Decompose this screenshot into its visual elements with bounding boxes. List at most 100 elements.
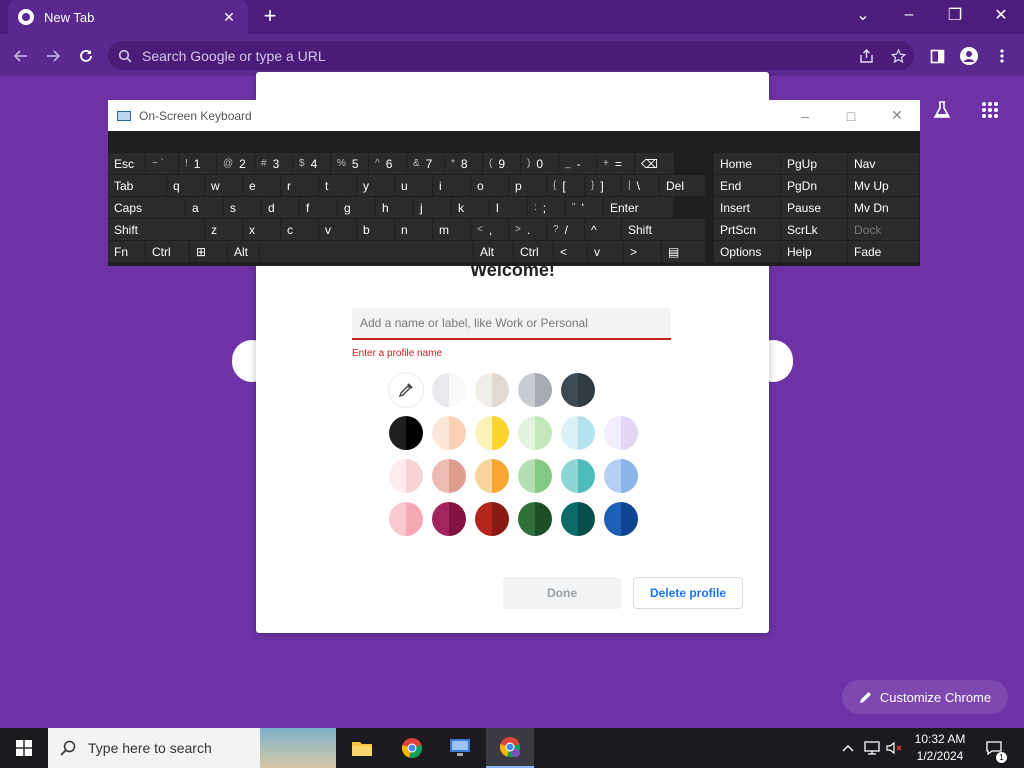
osk-key[interactable]: s <box>224 197 261 218</box>
osk-key[interactable]: Help <box>781 241 847 262</box>
osk-key[interactable]: v <box>588 241 623 262</box>
osk-key[interactable]: % 5 <box>331 153 368 174</box>
color-swatch[interactable] <box>475 416 509 450</box>
osk-key[interactable]: m <box>433 219 470 240</box>
restore-button[interactable]: ❐ <box>932 0 978 30</box>
osk-key[interactable]: ⊞ <box>190 241 227 262</box>
profile-name-input[interactable] <box>352 308 671 340</box>
osk-key[interactable]: d <box>262 197 299 218</box>
tab-new-tab[interactable]: New Tab ✕ <box>8 0 248 34</box>
osk-key[interactable]: @2 <box>217 153 254 174</box>
osk-key[interactable]: >. <box>509 219 546 240</box>
osk-titlebar[interactable]: On-Screen Keyboard – □ ✕ <box>108 100 920 131</box>
color-swatch[interactable] <box>518 416 552 450</box>
tray-chevron-icon[interactable] <box>838 738 858 758</box>
osk-key[interactable]: ? / <box>547 219 584 240</box>
osk-key[interactable]: Tab <box>108 175 166 196</box>
osk-key[interactable]: ~ ` <box>146 153 178 174</box>
minimize-button[interactable]: – <box>886 0 932 30</box>
osk-key[interactable]: g <box>338 197 375 218</box>
color-swatch[interactable] <box>604 416 638 450</box>
osk-key[interactable]: a <box>186 197 223 218</box>
labs-flask-icon[interactable] <box>928 96 956 124</box>
osk-key[interactable]: }] <box>585 175 621 196</box>
osk-key[interactable]: t <box>319 175 356 196</box>
osk-key[interactable]: k <box>452 197 489 218</box>
osk-key[interactable]: :; <box>528 197 565 218</box>
osk-key[interactable]: Caps <box>108 197 185 218</box>
osk-key[interactable]: End <box>714 175 780 196</box>
osk-key[interactable]: ) 0 <box>521 153 558 174</box>
osk-key[interactable]: h <box>376 197 413 218</box>
osk-key[interactable]: Mv Dn <box>848 197 919 218</box>
customize-chrome-button[interactable]: Customize Chrome <box>842 680 1008 714</box>
delete-profile-button[interactable]: Delete profile <box>633 577 743 609</box>
address-bar[interactable]: Search Google or type a URL <box>108 41 914 70</box>
osk-key[interactable]: (9 <box>483 153 520 174</box>
osk-key[interactable]: ▤ <box>662 241 705 262</box>
osk-key[interactable]: Esc <box>108 153 145 174</box>
osk-key[interactable]: & 7 <box>407 153 444 174</box>
color-swatch[interactable] <box>561 416 595 450</box>
windows-start-icon[interactable] <box>0 728 48 768</box>
osk-key[interactable]: ⌫ <box>635 153 674 174</box>
osk-close-button[interactable]: ✕ <box>874 107 920 124</box>
color-swatch[interactable] <box>518 459 552 493</box>
network-icon[interactable] <box>862 738 882 758</box>
close-window-button[interactable]: ✕ <box>978 0 1024 30</box>
osk-key[interactable]: n <box>395 219 432 240</box>
remote-desktop-icon[interactable] <box>436 728 484 768</box>
osk-key[interactable]: {[ <box>547 175 584 196</box>
osk-key[interactable]: <, <box>471 219 508 240</box>
osk-key[interactable]: Fn <box>108 241 145 262</box>
osk-key[interactable]: Ctrl <box>514 241 553 262</box>
osk-key[interactable]: x <box>243 219 280 240</box>
osk-key[interactable]: u <box>395 175 432 196</box>
volume-muted-icon[interactable] <box>884 738 904 758</box>
osk-key[interactable]: f <box>300 197 337 218</box>
share-icon[interactable] <box>854 44 878 68</box>
color-swatch[interactable] <box>561 459 595 493</box>
osk-key[interactable]: < <box>554 241 587 262</box>
reload-icon[interactable] <box>73 43 99 69</box>
osk-key[interactable]: i <box>433 175 470 196</box>
done-button[interactable]: Done <box>503 577 621 609</box>
osk-key[interactable]: Nav <box>848 153 919 174</box>
color-swatch[interactable] <box>389 416 423 450</box>
color-swatch[interactable] <box>604 459 638 493</box>
osk-key[interactable]: ^ <box>585 219 621 240</box>
color-swatch[interactable] <box>604 502 638 536</box>
new-tab-button[interactable]: + <box>258 5 282 29</box>
osk-minimize-button[interactable]: – <box>782 108 828 124</box>
osk-key[interactable]: e <box>243 175 280 196</box>
color-swatch[interactable] <box>389 459 423 493</box>
osk-key[interactable]: Fade <box>848 241 919 262</box>
osk-key[interactable]: q <box>167 175 204 196</box>
osk-key[interactable]: | \ <box>622 175 659 196</box>
osk-key[interactable]: PgDn <box>781 175 847 196</box>
osk-key[interactable]: Shift <box>622 219 705 240</box>
chrome-profile-taskbar-icon[interactable] <box>486 728 534 768</box>
taskbar-search-box[interactable]: Type here to search <box>48 728 336 768</box>
osk-key[interactable]: PrtScn <box>714 219 780 240</box>
osk-key[interactable]: > <box>624 241 661 262</box>
color-swatch[interactable] <box>475 502 509 536</box>
forward-icon[interactable] <box>40 43 66 69</box>
osk-key[interactable]: Insert <box>714 197 780 218</box>
osk-key[interactable]: Options <box>714 241 780 262</box>
color-swatch[interactable] <box>389 502 423 536</box>
osk-key[interactable]: b <box>357 219 394 240</box>
apps-grid-icon[interactable] <box>976 96 1004 124</box>
osk-key[interactable]: r <box>281 175 318 196</box>
osk-key[interactable]: Mv Up <box>848 175 919 196</box>
osk-key[interactable]: j <box>414 197 451 218</box>
color-swatch[interactable] <box>561 502 595 536</box>
system-clock[interactable]: 10:32 AM 1/2/2024 <box>906 731 974 765</box>
osk-key[interactable]: o <box>471 175 508 196</box>
bookmark-star-icon[interactable] <box>886 44 910 68</box>
chrome-taskbar-icon[interactable] <box>388 728 436 768</box>
osk-key[interactable]: + = <box>597 153 634 174</box>
side-panel-icon[interactable] <box>925 44 949 68</box>
custom-color-picker-icon[interactable] <box>389 373 423 407</box>
osk-key[interactable]: * 8 <box>445 153 482 174</box>
